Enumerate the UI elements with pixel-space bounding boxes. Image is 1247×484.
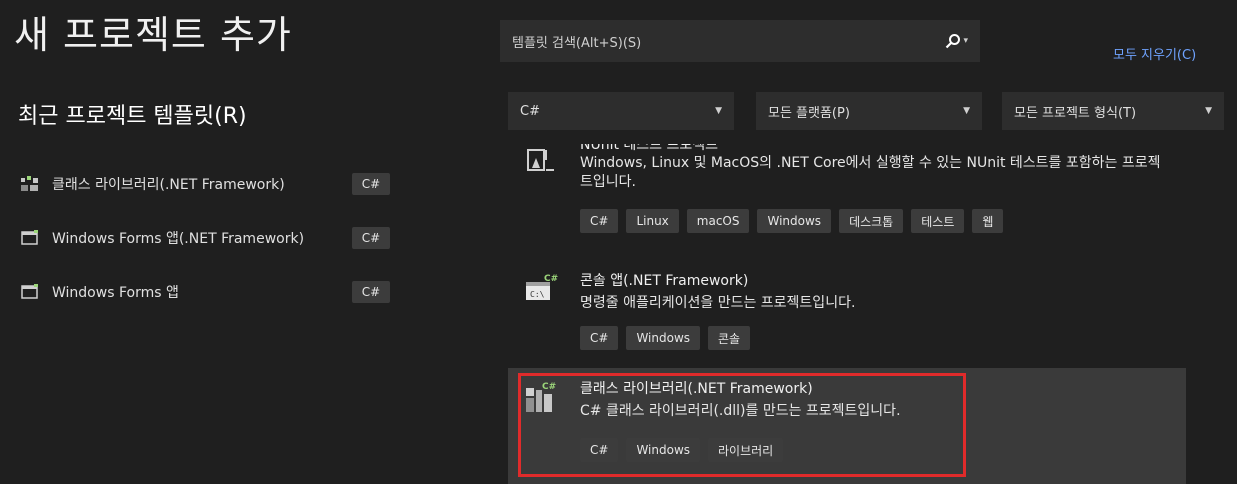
recent-item-windows-forms[interactable]: Windows Forms 앱 C# bbox=[20, 276, 390, 308]
template-name: NUnit 테스트 프로젝트 bbox=[580, 144, 719, 153]
svg-text:C:\: C:\ bbox=[530, 290, 545, 299]
template-name: 클래스 라이브러리(.NET Framework) bbox=[580, 381, 813, 397]
search-icon[interactable]: ▾ bbox=[945, 33, 968, 49]
class-library-icon bbox=[20, 175, 40, 193]
project-type-filter-dropdown[interactable]: 모든 프로젝트 형식(T) ▼ bbox=[1002, 92, 1224, 130]
class-library-icon: C# bbox=[524, 380, 560, 416]
tag: 테스트 bbox=[911, 209, 965, 233]
template-item-nunit[interactable]: NUnit 테스트 프로젝트 Windows, Linux 및 MacOS의 .… bbox=[508, 144, 1186, 248]
recent-templates-heading: 최근 프로젝트 템플릿(R) bbox=[18, 104, 247, 129]
chevron-down-icon: ▼ bbox=[963, 106, 970, 116]
template-tags: C# Linux macOS Windows 데스크톱 테스트 웹 bbox=[580, 209, 1004, 233]
recent-item-label: 클래스 라이브러리(.NET Framework) bbox=[52, 177, 285, 193]
tag: macOS bbox=[686, 209, 750, 233]
template-description: Windows, Linux 및 MacOS의 .NET Core에서 실행할 … bbox=[580, 155, 1161, 190]
console-app-icon: C:\ C# bbox=[524, 274, 560, 310]
platform-filter-dropdown[interactable]: 모든 플랫폼(P) ▼ bbox=[756, 92, 982, 130]
language-badge: C# bbox=[352, 173, 390, 195]
template-description: 명령줄 애플리케이션을 만드는 프로젝트입니다. bbox=[580, 295, 856, 311]
template-search-input[interactable]: 템플릿 검색(Alt+S)(S) ▾ bbox=[500, 20, 980, 62]
window-edge bbox=[1237, 0, 1247, 484]
svg-text:C#: C# bbox=[542, 382, 556, 392]
template-name: 콘솔 앱(.NET Framework) bbox=[580, 273, 749, 289]
platform-filter-value: 모든 플랫폼(P) bbox=[768, 105, 850, 121]
recent-item-class-library[interactable]: 클래스 라이브러리(.NET Framework) C# bbox=[20, 168, 390, 200]
windows-forms-icon bbox=[20, 229, 40, 247]
template-item-console-app[interactable]: C:\ C# 콘솔 앱(.NET Framework) 명령줄 애플리케이션을 … bbox=[508, 262, 1186, 362]
template-description: C# 클래스 라이브러리(.dll)를 만드는 프로젝트입니다. bbox=[580, 403, 901, 419]
template-tags: C# Windows 라이브러리 bbox=[580, 438, 784, 462]
tag: 데스크톱 bbox=[839, 209, 904, 233]
clear-all-link[interactable]: 모두 지우기(C) bbox=[1113, 44, 1196, 63]
chevron-down-icon: ▼ bbox=[1205, 106, 1212, 116]
tag: Linux bbox=[626, 209, 679, 233]
chevron-down-icon: ▼ bbox=[715, 106, 722, 116]
dialog: 새 프로젝트 추가 최근 프로젝트 템플릿(R) 클래스 라이브러리(.NET … bbox=[0, 0, 1238, 484]
tag: Windows bbox=[626, 438, 701, 462]
language-filter-dropdown[interactable]: C# ▼ bbox=[508, 92, 734, 130]
recent-item-label: Windows Forms 앱(.NET Framework) bbox=[52, 231, 305, 247]
page-title: 새 프로젝트 추가 bbox=[14, 13, 292, 57]
tag: 콘솔 bbox=[708, 326, 751, 350]
template-item-class-library[interactable]: C# 클래스 라이브러리(.NET Framework) C# 클래스 라이브러… bbox=[508, 368, 1186, 484]
tag: 웹 bbox=[972, 209, 1004, 233]
recent-item-windows-forms-framework[interactable]: Windows Forms 앱(.NET Framework) C# bbox=[20, 222, 390, 254]
tag: Windows bbox=[757, 209, 832, 233]
svg-text:C#: C# bbox=[544, 274, 558, 284]
project-type-filter-value: 모든 프로젝트 형식(T) bbox=[1014, 105, 1137, 121]
windows-forms-icon bbox=[20, 283, 40, 301]
chevron-down-icon: ▾ bbox=[963, 36, 968, 46]
recent-item-label: Windows Forms 앱 bbox=[52, 285, 179, 301]
language-filter-value: C# bbox=[520, 103, 540, 119]
tag: C# bbox=[580, 438, 619, 462]
test-project-icon bbox=[524, 146, 560, 182]
template-list[interactable]: NUnit 테스트 프로젝트 Windows, Linux 및 MacOS의 .… bbox=[508, 144, 1186, 484]
search-placeholder: 템플릿 검색(Alt+S)(S) bbox=[512, 35, 642, 51]
tag: Windows bbox=[626, 326, 701, 350]
language-badge: C# bbox=[352, 227, 390, 249]
language-badge: C# bbox=[352, 281, 390, 303]
tag: C# bbox=[580, 326, 619, 350]
template-tags: C# Windows 콘솔 bbox=[580, 326, 751, 350]
tag: C# bbox=[580, 209, 619, 233]
tag: 라이브러리 bbox=[708, 438, 784, 462]
